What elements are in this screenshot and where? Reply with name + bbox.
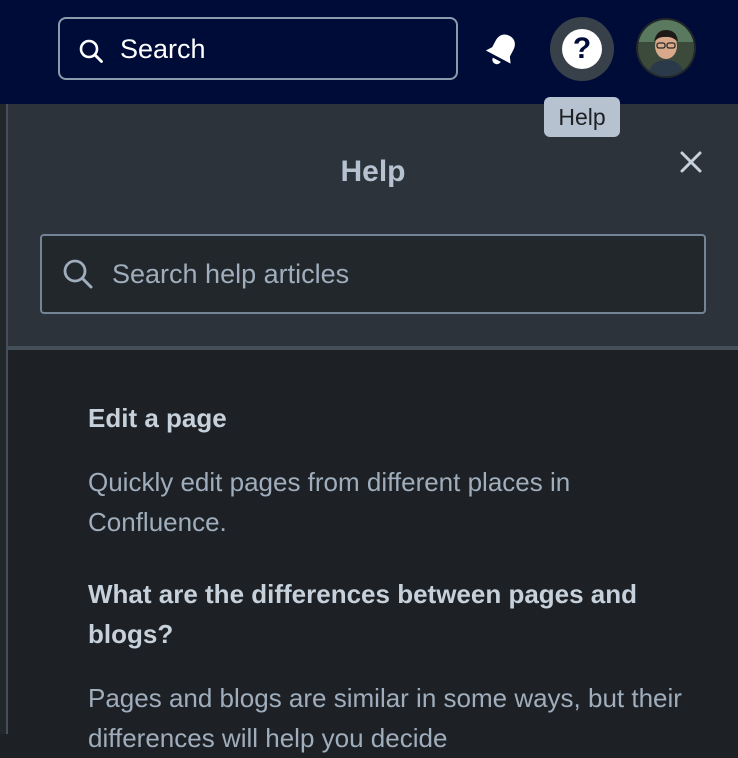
help-icon: ? [562, 29, 602, 69]
article-description: Pages and blogs are similar in some ways… [88, 683, 682, 753]
search-icon [63, 259, 93, 289]
global-search-label: Search [120, 34, 206, 64]
help-search-field[interactable] [40, 234, 706, 314]
article-description: Quickly edit pages from different places… [88, 467, 571, 537]
panel-left-border [0, 104, 8, 734]
search-icon [79, 39, 103, 63]
article-title[interactable]: Edit a page [88, 398, 688, 438]
avatar-image [638, 20, 694, 76]
help-search-input[interactable] [110, 250, 670, 298]
panel-divider [8, 346, 738, 350]
top-navigation-bar: Search ? [0, 0, 738, 104]
help-panel-title: Help [340, 155, 406, 188]
help-panel-header: Help [8, 104, 738, 346]
help-articles-list: Edit a page Quickly edit pages from diff… [88, 398, 688, 758]
article-title[interactable]: What are the differences between pages a… [88, 574, 688, 654]
help-article-item[interactable]: What are the differences between pages a… [88, 574, 688, 758]
help-tooltip: Help [544, 97, 620, 137]
help-article-item[interactable]: Edit a page Quickly edit pages from diff… [88, 398, 688, 542]
user-avatar[interactable] [638, 20, 694, 76]
close-icon[interactable] [678, 149, 704, 175]
global-search-button[interactable]: Search [58, 17, 458, 80]
bell-icon[interactable] [482, 30, 522, 70]
help-button[interactable]: ? [550, 17, 614, 81]
